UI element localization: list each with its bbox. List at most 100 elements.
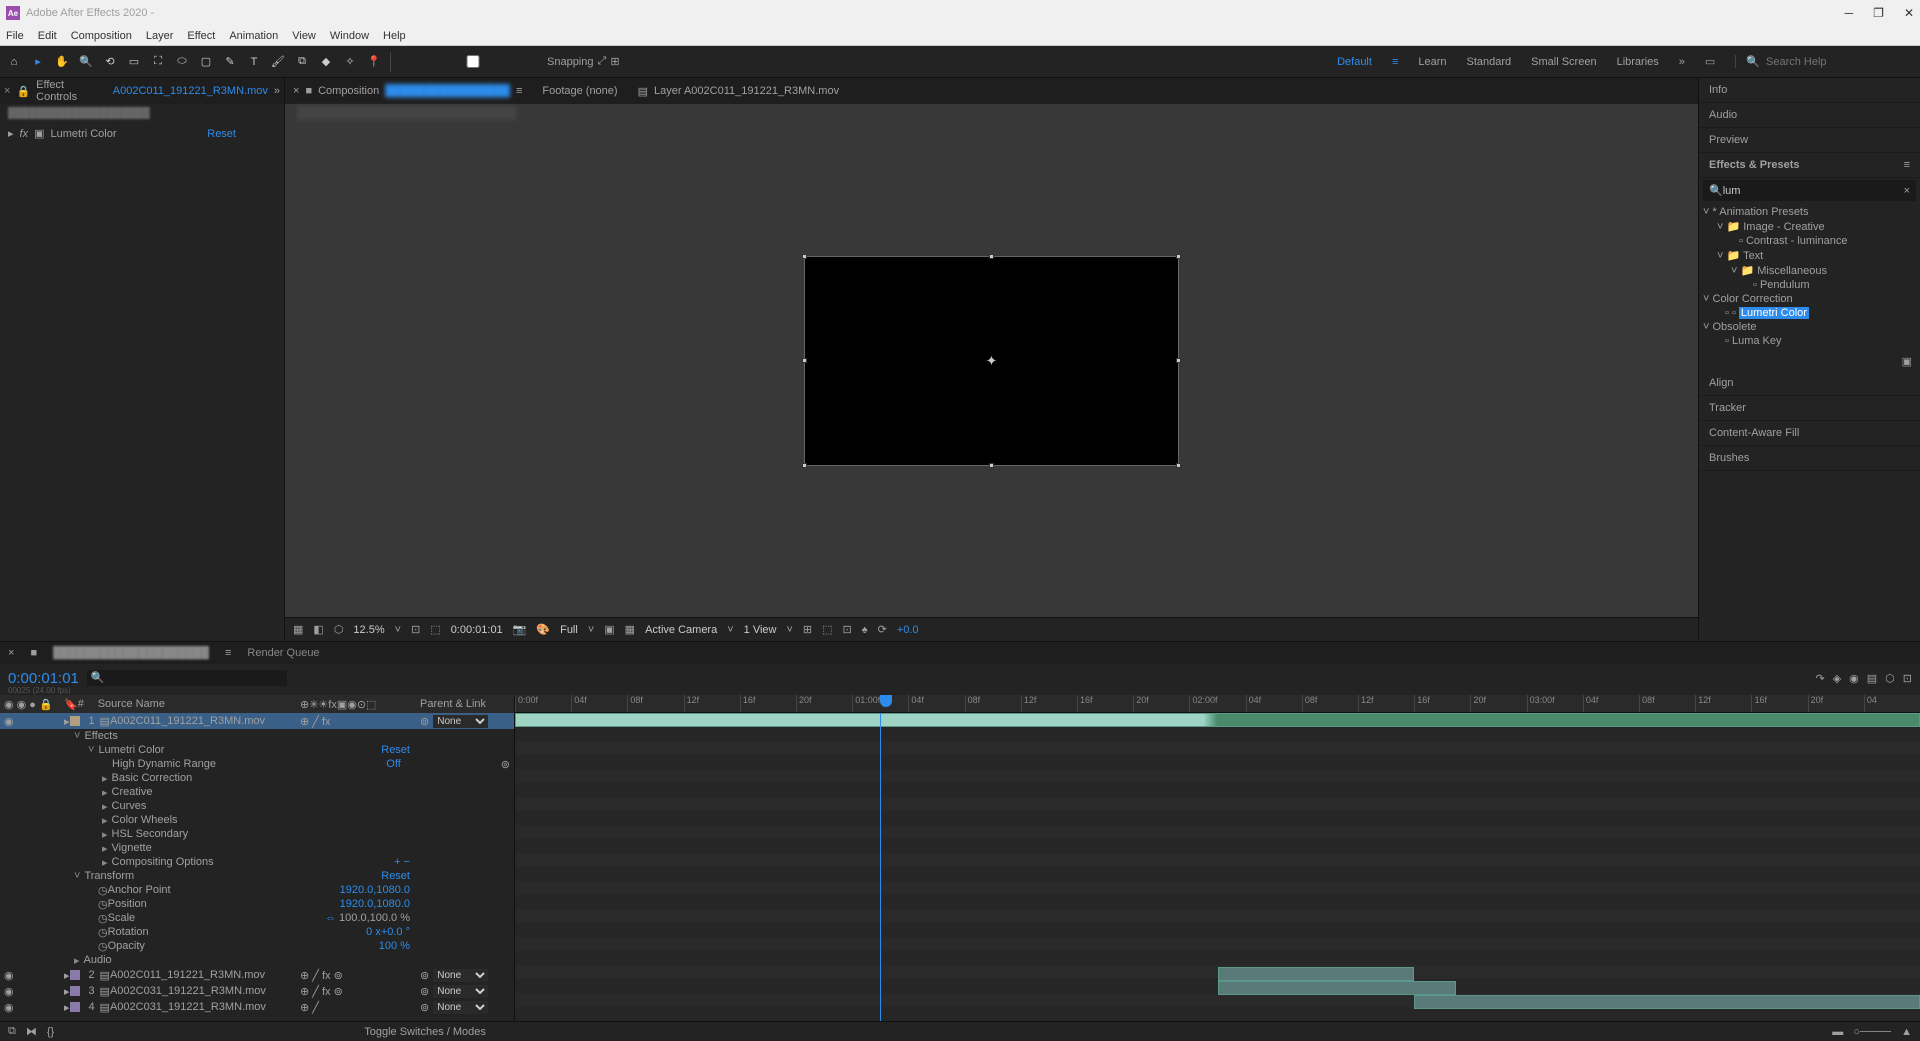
twirl-icon[interactable]: ▸ [102,814,108,827]
twirl-icon[interactable]: ▸ [74,954,80,967]
toggle-switches-modes[interactable]: Toggle Switches / Modes [364,1026,486,1038]
position-value[interactable]: 1920.0,1080.0 [340,898,410,910]
menu-composition[interactable]: Composition [71,30,132,42]
handle-bl[interactable] [802,463,807,468]
graph-editor-icon[interactable]: ▤ [1867,672,1877,685]
camera-dropdown-icon[interactable]: ˅ [727,624,733,636]
twirl-icon[interactable]: ▸ [102,786,108,799]
stopwatch-icon[interactable]: ◷ [98,926,108,939]
twirl-icon[interactable]: ˅ [1717,250,1723,262]
tree-anim-presets[interactable]: * Animation Presets [1713,206,1809,218]
zoom-tool-icon[interactable]: 🔍 [76,52,96,72]
comp-close-icon[interactable]: × [293,85,299,97]
info-panel-tab[interactable]: Info [1699,78,1920,103]
zoom-in-icon[interactable]: ▲ [1901,1026,1912,1038]
view-value[interactable]: 1 View [744,624,777,636]
rotation-tool-icon[interactable]: ▭ [124,52,144,72]
current-timecode[interactable]: 0:00:01:01 [8,670,79,687]
menu-window[interactable]: Window [330,30,369,42]
mask-icon[interactable]: ⬡ [334,623,344,636]
alpha-icon[interactable]: ▦ [293,623,303,636]
panel-menu-icon[interactable]: » [274,85,280,97]
draft-3d-icon[interactable]: ⊡ [1903,672,1912,685]
prop-curves[interactable]: Curves [112,800,147,812]
menu-help[interactable]: Help [383,30,406,42]
prop-color-wheels[interactable]: Color Wheels [112,814,178,826]
expand-icon[interactable]: ⧉ [8,1025,16,1038]
brushes-panel-tab[interactable]: Brushes [1699,446,1920,471]
maximize-button[interactable]: ❐ [1873,6,1884,20]
handle-tr[interactable] [1176,254,1181,259]
clear-search-icon[interactable]: × [1904,185,1910,197]
twirl-icon[interactable]: ˅ [88,744,94,756]
twirl-icon[interactable]: ▸ [102,842,108,855]
snapping-grid-icon[interactable]: ⊞ [610,55,619,68]
pixel-aspect-icon[interactable]: ⊞ [803,623,812,636]
anchor-value[interactable]: 1920.0,1080.0 [340,884,410,896]
playhead-line[interactable] [880,713,881,1021]
content-aware-fill-tab[interactable]: Content-Aware Fill [1699,421,1920,446]
effects-search-input[interactable] [1723,185,1904,197]
render-queue-tab[interactable]: Render Queue [247,647,319,659]
label-color[interactable] [70,1002,80,1012]
zoom-value[interactable]: 12.5% [353,624,384,636]
twirl-icon[interactable]: ˅ [74,730,80,742]
pan-behind-icon[interactable]: ⬭ [172,52,192,72]
menu-layer[interactable]: Layer [146,30,174,42]
layer-search-input[interactable] [87,670,287,686]
timeline-close-icon[interactable]: × [8,647,14,659]
pickwhip-icon[interactable]: ⊚ [420,969,429,982]
tree-lumetri-color[interactable]: Lumetri Color [1739,307,1809,319]
shy-icon[interactable]: ↷ [1815,672,1824,685]
label-column-icon[interactable]: 🔖 [64,698,78,711]
label-color[interactable] [70,970,80,980]
scale-value[interactable]: ⇔ 100.0,100.0 % [325,912,410,924]
twirl-icon[interactable]: ▸ [8,127,14,140]
view-dropdown-icon[interactable]: ˅ [786,624,792,636]
exposure-value[interactable]: +0.0 [897,624,919,636]
opacity-value[interactable]: 100 % [379,940,410,952]
stopwatch-icon[interactable]: ◷ [98,940,108,953]
visibility-icon[interactable]: ◉ [4,985,16,998]
menu-file[interactable]: File [6,30,24,42]
canvas[interactable]: ✦ [804,256,1179,466]
timeline-icon[interactable]: ⊡ [843,623,852,636]
minimize-button[interactable]: ─ [1845,6,1854,20]
parent-select[interactable]: None [433,985,488,998]
stopwatch-icon[interactable]: ◷ [98,912,108,925]
prop-vignette[interactable]: Vignette [112,842,152,854]
camera-tool-icon[interactable]: ⛶ [148,52,168,72]
parent-select[interactable]: None [433,969,488,982]
time-ruler[interactable]: 0:00f 04f 08f 12f 16f 20f 01:00f 04f 08f… [515,695,1920,713]
pen-tool-icon[interactable]: ✎ [220,52,240,72]
layer-bar[interactable] [1414,995,1920,1009]
visibility-icon[interactable]: ◉ [4,969,16,982]
lock-icon[interactable]: 🔒 [16,85,30,98]
pickwhip-icon[interactable]: ⊚ [420,985,429,998]
tracks-area[interactable] [515,713,1920,1021]
prop-compositing-options[interactable]: Compositing Options [112,856,214,868]
resolution-dropdown-icon[interactable]: ˅ [588,624,594,636]
pickwhip-icon[interactable]: ⊚ [420,1001,429,1014]
effect-controls-tab[interactable]: Effect Controls [36,79,107,103]
workspace-overflow-icon[interactable]: » [1679,56,1685,68]
label-color[interactable] [70,986,80,996]
layer-bar[interactable] [515,713,1920,727]
align-panel-tab[interactable]: Align [1699,371,1920,396]
workspace-learn[interactable]: Learn [1418,56,1446,68]
brush-tool-icon[interactable]: 🖌 [268,52,288,72]
new-bin-icon[interactable]: ▣ [1902,356,1912,368]
effects-presets-tab[interactable]: Effects & Presets ≡ [1699,153,1920,178]
zoom-out-icon[interactable]: ▬ [1832,1026,1843,1038]
fx-icon[interactable]: fx [20,128,29,140]
tree-obsolete[interactable]: Obsolete [1713,321,1757,333]
frame-blend-icon[interactable]: ◈ [1833,672,1841,685]
prop-transform[interactable]: Transform [84,870,134,882]
flowchart-icon[interactable]: ♠ [862,624,868,636]
handle-ml[interactable] [802,358,807,363]
tree-color-correction[interactable]: Color Correction [1713,293,1793,305]
twirl-icon[interactable]: ˅ [1703,293,1709,305]
prop-hsl-secondary[interactable]: HSL Secondary [112,828,189,840]
footage-tab[interactable]: Footage (none) [542,85,617,97]
preview-panel-tab[interactable]: Preview [1699,128,1920,153]
